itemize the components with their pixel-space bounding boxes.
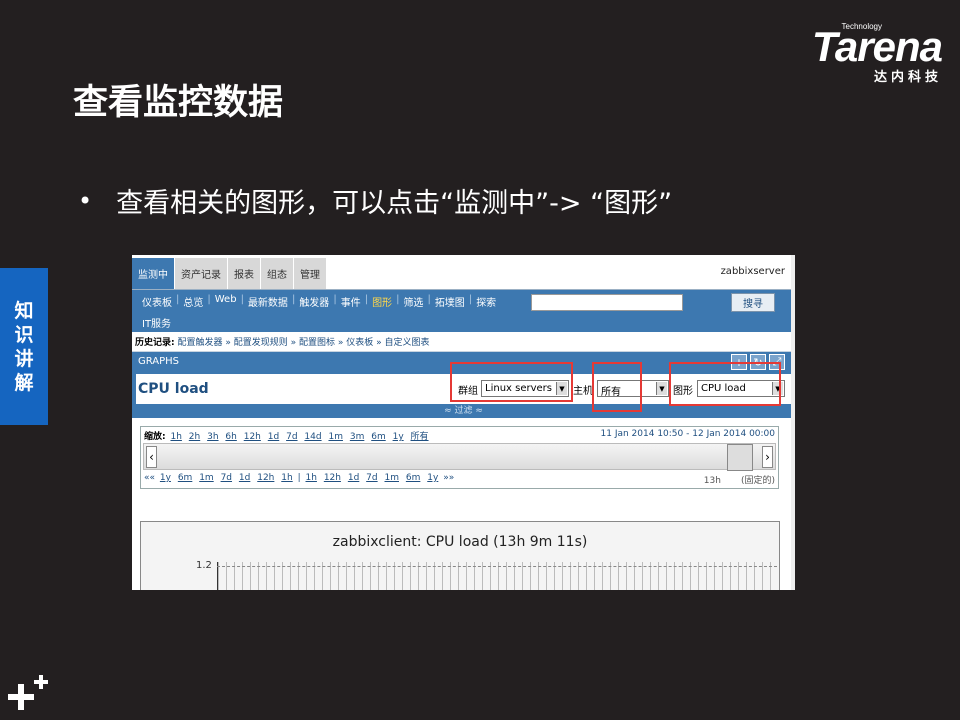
history-link[interactable]: 仪表板 (346, 338, 373, 348)
back-option[interactable]: 7d (221, 473, 232, 483)
tab-administration[interactable]: 管理 (294, 258, 327, 289)
forward-option[interactable]: 12h (324, 473, 341, 483)
subnav-maps[interactable]: 拓墣图 (431, 294, 469, 309)
logo-wordmark: Tarena (811, 23, 943, 70)
breadcrumb: 历史记录: 配置触发器 » 配置发现规则 » 配置图标 » 仪表板 » 自定义图… (132, 332, 795, 352)
subnav-dashboard[interactable]: 仪表板 (138, 294, 176, 309)
period-status: 13h (固定的) (704, 473, 775, 486)
highlight-box (669, 362, 781, 406)
back-option[interactable]: 1y (160, 473, 171, 483)
zoom-label: 缩放: (144, 432, 166, 442)
scroll-right-icon[interactable]: › (762, 446, 773, 468)
zoom-option[interactable]: 3h (207, 432, 218, 442)
subnav-events[interactable]: 事件 (337, 294, 365, 309)
forward-arrows: »» (443, 473, 455, 483)
zoom-row: 缩放: 1h 2h 3h 6h 12h 1d 7d 14d 1m 3m 6m 1… (144, 429, 431, 442)
search-input[interactable] (531, 294, 683, 311)
grid-line (217, 566, 777, 567)
side-tab-char: 讲 (14, 347, 34, 370)
history-link[interactable]: 配置触发器 (177, 338, 222, 348)
chevron-down-icon: ▼ (656, 382, 667, 395)
subnav-web[interactable]: Web (211, 294, 241, 309)
zoom-option[interactable]: 1h (170, 432, 181, 442)
subnav-it-services[interactable]: IT服务 (138, 315, 558, 330)
zoom-option[interactable]: 1y (393, 432, 404, 442)
forward-option[interactable]: 6m (406, 473, 421, 483)
search-button[interactable]: 搜寻 (731, 293, 775, 312)
graph-title: zabbixclient: CPU load (13h 9m 11s) (332, 534, 588, 550)
tab-configuration[interactable]: 组态 (261, 258, 294, 289)
zoom-option[interactable]: 7d (286, 432, 297, 442)
history-link[interactable]: 配置图标 (299, 338, 335, 348)
slide-title: 查看监控数据 (73, 83, 284, 123)
host-label: 主机 (573, 386, 593, 397)
logo-technology: Technology (841, 22, 882, 31)
subnav-screens[interactable]: 筛选 (399, 294, 427, 309)
time-scrollbar[interactable]: ‹ › (143, 443, 776, 471)
forward-option[interactable]: 1y (427, 473, 438, 483)
bullet-point: • 查看相关的图形，可以点击“监测中”-> “图形” (78, 181, 672, 220)
zoom-option[interactable]: 6m (371, 432, 386, 442)
subnav-graphs[interactable]: 图形 (368, 294, 396, 309)
side-tab-char: 知 (14, 299, 34, 322)
forward-option[interactable]: 7d (366, 473, 377, 483)
period-length: 13h (703, 476, 721, 486)
side-tab: 知 识 讲 解 (0, 268, 48, 425)
filter-toggle[interactable]: ≈ 过滤 ≈ (132, 404, 795, 418)
period-row: «« 1y 6m 1m 7d 1d 12h 1h | 1h 12h 1d 7d … (144, 473, 455, 483)
bullet-text: 查看相关的图形，可以点击“监测中”-> “图形” (116, 188, 673, 219)
y-tick-label: 1.2 (196, 560, 212, 571)
scroll-left-icon[interactable]: ‹ (146, 446, 157, 468)
graph-image: zabbixclient: CPU load (13h 9m 11s) 1.2 (140, 521, 780, 590)
date-range: 11 Jan 2014 10:50 - 12 Jan 2014 00:00 (600, 429, 776, 439)
history-link[interactable]: 自定义图表 (384, 338, 429, 348)
subnav-overview[interactable]: 总览 (179, 294, 207, 309)
graph-filter-row: CPU load 群组 Linux servers ▼ 主机 所有 ▼ 图形 CPU… (132, 362, 795, 412)
back-option[interactable]: 1m (199, 473, 214, 483)
back-option[interactable]: 1h (281, 473, 292, 483)
time-scroller: 缩放: 1h 2h 3h 6h 12h 1d 7d 14d 1m 3m 6m 1… (140, 426, 779, 489)
back-option[interactable]: 6m (178, 473, 193, 483)
subnav-latest-data[interactable]: 最新数据 (244, 294, 292, 309)
side-tab-char: 解 (14, 371, 34, 394)
bullet-dot-icon: • (78, 186, 93, 215)
tab-reports[interactable]: 报表 (228, 258, 261, 289)
forward-option[interactable]: 1m (385, 473, 400, 483)
graph-name: CPU load (138, 381, 209, 397)
zoom-option[interactable]: 1m (328, 432, 343, 442)
back-arrows: «« (144, 473, 156, 483)
tab-inventory[interactable]: 资产记录 (175, 258, 228, 289)
zoom-option[interactable]: 6h (225, 432, 236, 442)
fixed-toggle[interactable]: (固定的) (741, 476, 775, 486)
subnav-triggers[interactable]: 触发器 (295, 294, 333, 309)
tab-monitoring[interactable]: 监测中 (132, 258, 175, 289)
zoom-option[interactable]: 14d (304, 432, 321, 442)
subnav-discovery[interactable]: 探索 (472, 294, 500, 309)
zoom-option[interactable]: 3m (350, 432, 365, 442)
zabbix-screenshot: 监测中 资产记录 报表 组态 管理 zabbixserver 仪表板 | 总览 | … (132, 255, 795, 590)
back-option[interactable]: 1d (239, 473, 250, 483)
highlight-box (450, 362, 573, 402)
plus-logo-icon (8, 675, 48, 710)
back-option[interactable]: 12h (257, 473, 274, 483)
zoom-option[interactable]: 所有 (411, 432, 429, 442)
scroll-handle[interactable] (727, 444, 753, 471)
zoom-option[interactable]: 12h (244, 432, 261, 442)
graphs-header-title: GRAPHS (138, 356, 180, 367)
side-tab-char: 识 (14, 323, 34, 346)
page-scrollbar[interactable] (791, 255, 795, 590)
zoom-option[interactable]: 1d (268, 432, 279, 442)
tarena-logo: Technology Tarena 达内科技 (811, 22, 943, 85)
main-menu: 监测中 资产记录 报表 组态 管理 zabbixserver (132, 255, 795, 290)
server-name: zabbixserver (720, 266, 785, 277)
forward-option[interactable]: 1h (306, 473, 317, 483)
forward-option[interactable]: 1d (348, 473, 359, 483)
history-link[interactable]: 配置发现规则 (234, 338, 288, 348)
zoom-option[interactable]: 2h (189, 432, 200, 442)
sub-menu: 仪表板 | 总览 | Web | 最新数据 | 触发器 | 事件 | 图形 | 筛选 | 拓墣图… (132, 290, 795, 332)
history-label: 历史记录: (135, 338, 175, 348)
highlight-box (592, 362, 642, 412)
